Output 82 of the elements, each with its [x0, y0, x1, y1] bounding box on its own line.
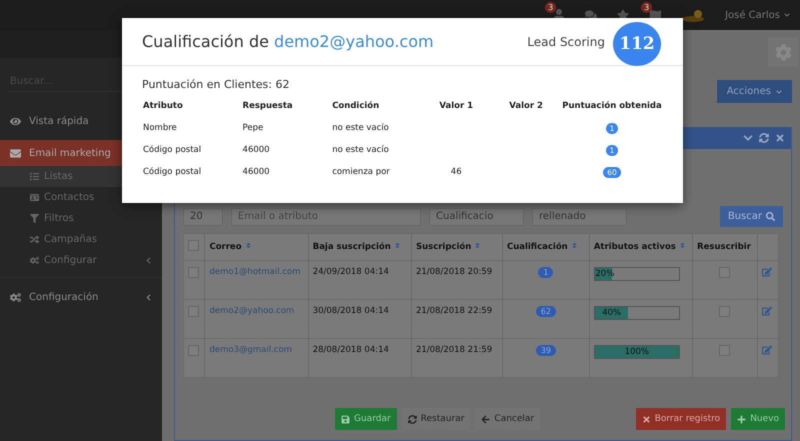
filter-field[interactable]: 20: [183, 208, 223, 226]
sort-icon[interactable]: [678, 242, 686, 249]
checkbox[interactable]: [719, 267, 730, 278]
filter-field[interactable]: rellenado: [532, 208, 627, 226]
table-cell-text: 46000: [242, 144, 271, 157]
save-button[interactable]: Guardar: [335, 408, 397, 430]
edit-icon[interactable]: [762, 306, 772, 316]
table-cell-text: no este vacío: [331, 122, 390, 135]
table-cell: 24/09/2018 04:14: [308, 260, 412, 300]
table-cell-text: Pepe: [242, 122, 264, 135]
table-cell: 46: [450, 167, 462, 177]
column-header: Condición: [331, 100, 380, 113]
checkbox[interactable]: [719, 306, 730, 317]
sidebar-subitem[interactable]: Contactos: [0, 187, 162, 208]
table-cell: 21/08/2018 21:59: [411, 338, 502, 378]
floppy-icon: [341, 414, 350, 424]
sort-icon[interactable]: [394, 242, 401, 249]
refresh-icon: [408, 414, 417, 424]
search-button[interactable]: Buscar: [720, 206, 783, 227]
table-cell: 30/08/2018 04:14: [308, 300, 412, 338]
progress-bar: 40%: [594, 306, 680, 320]
arrow-left-icon: [481, 414, 490, 424]
envelope-icon: [10, 148, 21, 158]
filter-field[interactable]: Cualificacio: [429, 208, 524, 226]
refresh-icon[interactable]: [759, 133, 769, 143]
new-button[interactable]: Nuevo: [731, 408, 785, 430]
close-icon: [642, 414, 651, 424]
table-cell: 21/08/2018 20:59: [411, 260, 502, 300]
checkbox[interactable]: [188, 306, 199, 317]
checkbox[interactable]: [188, 267, 199, 278]
column-header: Atributo: [142, 100, 184, 113]
lead-scoring-label: Lead Scoring: [527, 34, 605, 48]
column-header[interactable]: Correo: [209, 242, 242, 252]
collapse-icon[interactable]: [743, 133, 753, 143]
score-badge: 62: [536, 306, 556, 317]
column-header: Valor 2: [508, 100, 544, 113]
score-badge: 1: [538, 267, 554, 278]
table-cell-text: 46000: [242, 166, 271, 179]
sort-icon[interactable]: [474, 242, 482, 249]
checkbox[interactable]: [188, 345, 199, 356]
count-badge: 3: [545, 2, 556, 13]
sort-icon[interactable]: [244, 242, 252, 249]
count-badge: 3: [641, 2, 652, 13]
sort-icon[interactable]: [570, 242, 578, 249]
actions-button[interactable]: Acciones: [716, 80, 792, 103]
sidebar-subitem[interactable]: Configurar: [0, 250, 162, 271]
card-icon: [30, 193, 39, 202]
delete-button[interactable]: Borrar registro: [636, 408, 726, 430]
sidebar-item[interactable]: Configuración: [0, 284, 162, 310]
table-cell: 21/08/2018 22:59: [411, 300, 502, 338]
table-cell-text: Nombre: [142, 122, 178, 135]
score-badge: 39: [536, 345, 556, 356]
score-circle: 112: [613, 22, 661, 66]
settings-button[interactable]: [768, 38, 798, 66]
edit-icon[interactable]: [762, 345, 772, 355]
user-menu[interactable]: José Carlos: [725, 10, 790, 20]
list-icon: [30, 172, 39, 181]
gears-icon: [30, 256, 39, 265]
table-cell: 28/08/2018 04:14: [308, 338, 412, 378]
caret-icon: [784, 12, 790, 18]
filter-icon: [30, 214, 39, 223]
email-link[interactable]: demo2@yahoo.com: [274, 32, 434, 51]
sidebar-subitem[interactable]: Campañas: [0, 229, 162, 250]
table-cell-text: comienza por: [331, 166, 391, 179]
close-icon[interactable]: [775, 133, 785, 143]
column-header: Respuesta: [242, 100, 294, 113]
checkbox[interactable]: [188, 240, 199, 251]
eye-icon: [10, 116, 21, 126]
search-icon: [766, 212, 775, 221]
plus-icon: [737, 414, 746, 424]
column-header: Valor 1: [438, 100, 474, 113]
caret-icon: [776, 88, 782, 94]
checkbox[interactable]: [719, 345, 730, 356]
progress-bar: 100%: [594, 345, 680, 359]
gears-icon: [10, 292, 21, 302]
shuffle-icon: [30, 235, 39, 244]
dialog-title: Cualificación de demo2@yahoo.com: [142, 32, 435, 51]
sidebar-subitem[interactable]: Filtros: [0, 208, 162, 229]
avatar-icon: [681, 8, 706, 22]
column-header: Puntuación obtenida: [561, 100, 663, 113]
table-cell-text: no este vacío: [331, 144, 390, 157]
edit-icon[interactable]: [762, 267, 772, 277]
